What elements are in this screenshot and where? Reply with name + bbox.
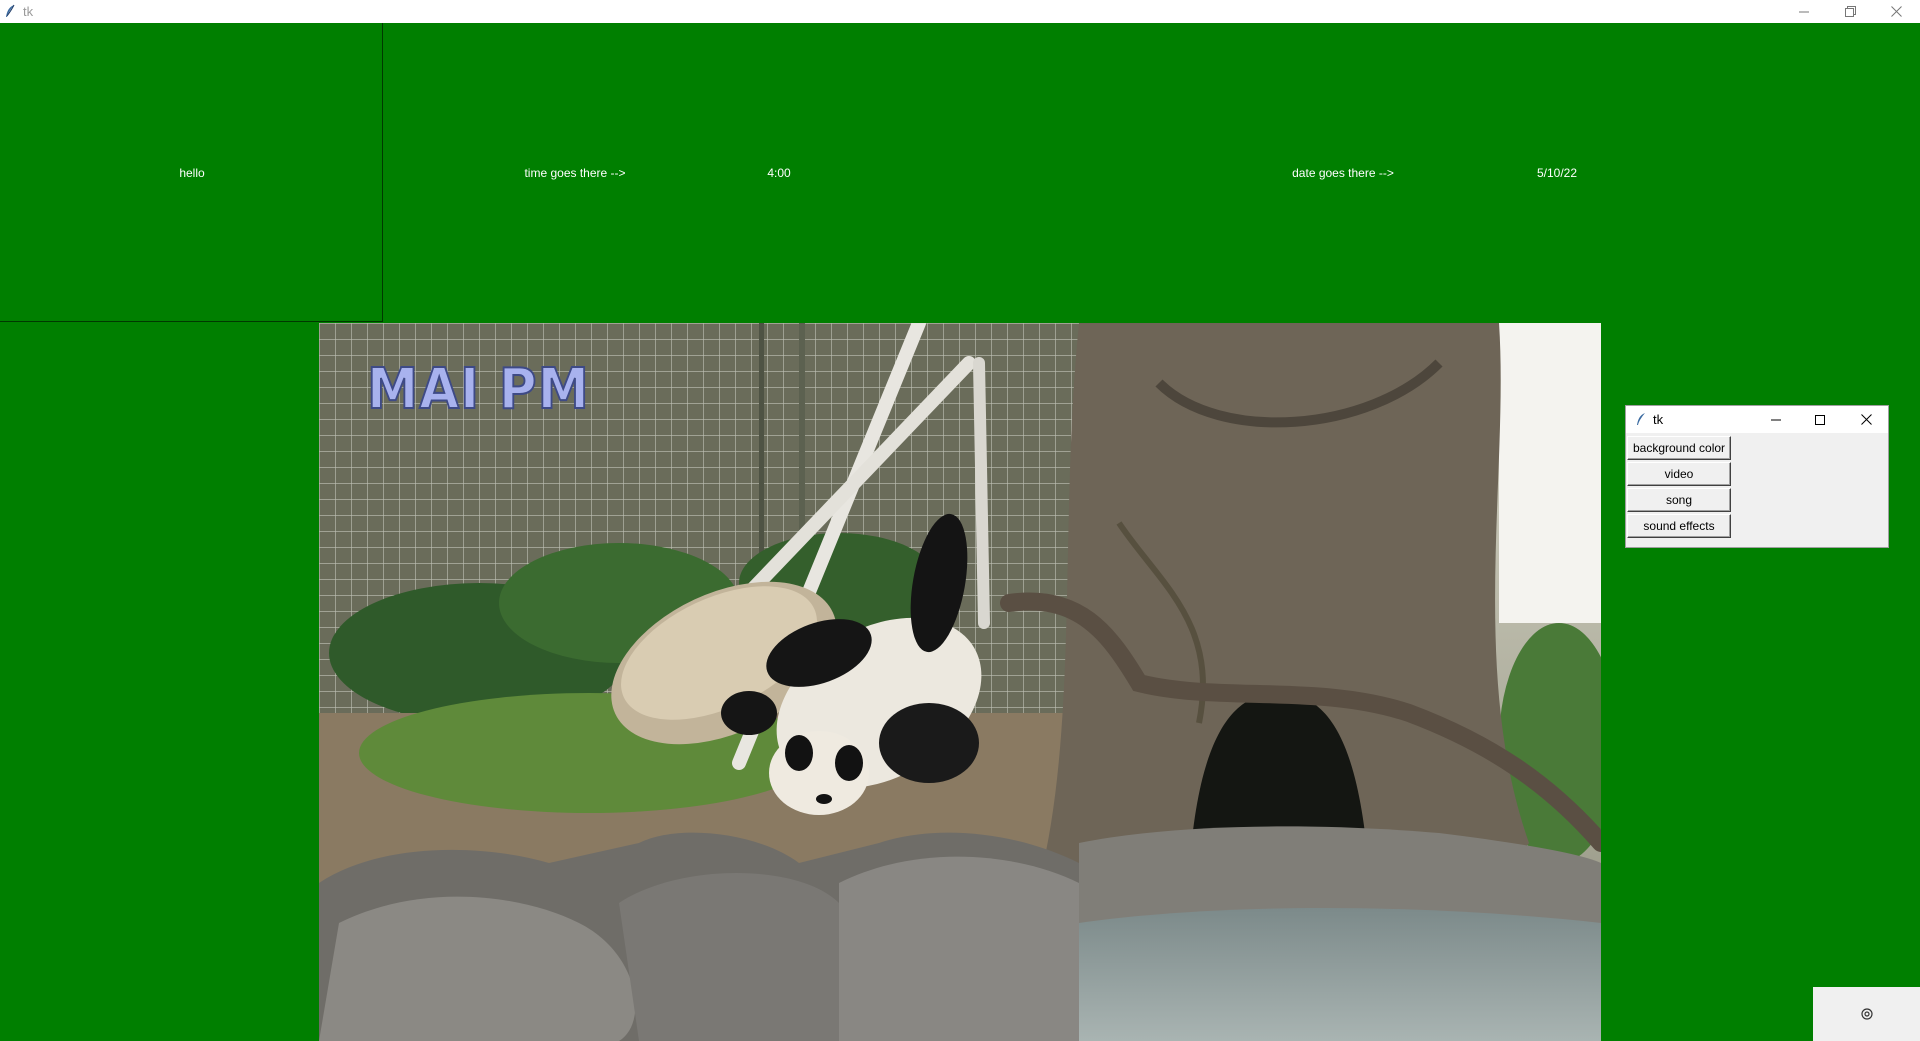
main-window: tk hello time goes there --> 4:00 date g… xyxy=(0,0,1920,1041)
control-window: tk background color video song sound eff… xyxy=(1625,405,1889,548)
settings-icon xyxy=(1860,1008,1873,1020)
minimize-icon xyxy=(1799,11,1809,12)
restore-icon xyxy=(1844,6,1856,17)
feather-icon xyxy=(6,4,15,17)
maximize-icon xyxy=(1815,414,1825,425)
date-value: 5/10/22 xyxy=(1536,166,1578,180)
control-minimize-button[interactable] xyxy=(1754,406,1798,433)
title-bar[interactable]: tk xyxy=(0,0,1920,23)
close-icon xyxy=(1890,6,1902,17)
close-icon xyxy=(1860,414,1872,425)
video-frame xyxy=(319,323,1601,1041)
background-color-button[interactable]: background color xyxy=(1627,436,1731,460)
video-overlay-title: MAI PM xyxy=(366,356,590,423)
control-maximize-button[interactable] xyxy=(1798,406,1842,433)
control-close-button[interactable] xyxy=(1844,406,1888,433)
minimize-icon xyxy=(1771,419,1781,420)
time-value: 4:00 xyxy=(767,166,791,180)
song-button[interactable]: song xyxy=(1627,488,1731,512)
video-button[interactable]: video xyxy=(1627,462,1731,486)
control-window-title: tk xyxy=(1653,412,1664,427)
feather-icon xyxy=(1637,413,1645,425)
control-title-bar[interactable]: tk xyxy=(1626,406,1888,433)
sound-effects-button[interactable]: sound effects xyxy=(1627,514,1731,538)
video-player[interactable]: MAI PM xyxy=(319,323,1601,1041)
restore-button[interactable] xyxy=(1827,0,1873,23)
date-caption: date goes there --> xyxy=(1292,166,1394,180)
hello-label: hello xyxy=(179,166,205,180)
time-caption: time goes there --> xyxy=(524,166,626,180)
minimize-button[interactable] xyxy=(1781,0,1827,23)
close-button[interactable] xyxy=(1873,0,1919,23)
window-title: tk xyxy=(23,4,34,19)
system-tray-widget[interactable] xyxy=(1813,987,1920,1041)
